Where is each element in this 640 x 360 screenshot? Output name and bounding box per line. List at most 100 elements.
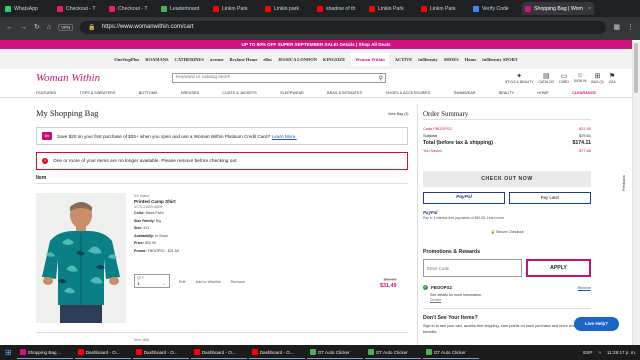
nav-item[interactable]: BRAS & INTIMATES <box>327 91 362 95</box>
taskbar-item[interactable]: Shopping Bag ... <box>16 346 73 359</box>
taskbar-label: Dashboard - O... <box>85 349 120 355</box>
header-icon-link[interactable]: ▭ CARD <box>559 72 569 84</box>
promo-code-input[interactable] <box>423 259 522 277</box>
vpn-badge[interactable]: VPN <box>58 23 74 31</box>
search-input[interactable]: Keyword or catalog item# ⚲ <box>172 73 386 83</box>
menu-icon[interactable]: ⋮ <box>627 23 634 31</box>
applied-code: FBOOPS2 <box>431 285 452 290</box>
styles-icon: ✦ <box>516 73 523 80</box>
browser-tab[interactable]: Linkin Park <box>366 2 416 15</box>
taskbar-label: GT Auto Clicker <box>433 349 466 355</box>
home-icon[interactable]: ⌂ <box>47 24 51 31</box>
browser-tab[interactable]: Linkin Park <box>418 2 468 15</box>
brand-link[interactable]: fullbeauty <box>418 57 438 62</box>
header-icon-link[interactable]: ✦ STYLE & BEAUTY <box>505 72 533 84</box>
nav-item[interactable]: BOTTOMS <box>139 91 158 95</box>
browser-tab[interactable]: Leaderboard <box>158 2 208 15</box>
tab-label: shadow of th <box>326 5 356 12</box>
search-icon[interactable]: ⚲ <box>379 75 383 82</box>
remove-promo-link[interactable]: Remove <box>578 286 591 290</box>
close-icon[interactable]: × <box>588 6 591 12</box>
nav-item[interactable]: FEATURED <box>36 91 56 95</box>
taskbar-item[interactable]: Dashboard - O... <box>74 346 131 359</box>
header-icon-link[interactable]: ☺ SIGN IN <box>574 72 587 84</box>
offer-learn-more-link[interactable]: Learn More. <box>272 134 297 139</box>
promo-value: FBOOPS2 - $21.58 <box>147 248 179 253</box>
nav-item[interactable]: SWIMWEAR <box>454 91 476 95</box>
browser-tab[interactable]: WhatsApp <box>2 2 52 15</box>
browser-tab[interactable]: Verify Code <box>470 2 520 15</box>
header-icon-link[interactable]: ▤ CATALOG <box>538 72 554 84</box>
brand-link[interactable]: Brylane Home <box>229 57 257 62</box>
app-icon <box>19 349 26 355</box>
browser-tab[interactable]: shadow of th <box>314 2 364 15</box>
site-logo[interactable]: Woman Within <box>36 72 100 84</box>
quantity-select[interactable]: QTY 1 ⌄ <box>134 274 170 288</box>
promo-banner[interactable]: UP TO 80% OFF SUPER SEPTEMBER SALE! Deta… <box>0 40 632 49</box>
checkout-button[interactable]: CHECK OUT NOW <box>423 171 591 187</box>
clock[interactable]: 11:29:17 p. m. <box>607 350 636 355</box>
brand-link[interactable]: KINGSIZE <box>323 57 345 62</box>
header-icon-link[interactable]: ⚑ USA <box>609 72 616 84</box>
taskbar-item[interactable]: Dashboard - G... <box>248 346 305 359</box>
search-placeholder: Keyword or catalog item# <box>176 75 231 80</box>
nav-item[interactable]: HOME <box>537 91 548 95</box>
browser-tab[interactable]: Linkin park <box>262 2 312 15</box>
app-icon <box>251 349 258 355</box>
browser-tab[interactable]: Shopping Bag | Wom × <box>522 2 594 15</box>
nav-item[interactable]: SHOES & ACCESSORIES <box>385 91 430 95</box>
page-title: My Shopping Bag <box>36 108 99 118</box>
browser-tab[interactable]: Checkout - T <box>54 2 104 15</box>
product-image[interactable] <box>36 193 126 323</box>
offer-text: Save $20 on your first purchase of $25+ … <box>57 133 271 139</box>
forward-icon[interactable]: → <box>20 24 27 31</box>
brand-link[interactable]: Home <box>465 57 477 62</box>
header-icon-link[interactable]: ⊞ BAG (3) <box>591 72 603 84</box>
live-help-button[interactable]: Live Help? <box>574 317 619 331</box>
taskbar-item[interactable]: GT Auto Clicker <box>306 346 363 359</box>
brand-link[interactable]: OneStopPlus <box>114 57 139 62</box>
brand-link[interactable]: JESSICA LONDON <box>278 57 317 62</box>
brand-link[interactable]: avenue <box>210 57 224 62</box>
product-name[interactable]: Printed Camp Shirt <box>134 199 176 204</box>
paypal-button[interactable]: PayPal <box>423 192 505 204</box>
edit-link[interactable]: Edit <box>179 280 186 284</box>
paylater-button[interactable]: Pay Later <box>509 192 591 204</box>
brand-link[interactable]: ellos <box>263 57 272 62</box>
brand-link[interactable]: ACTIVE <box>395 57 413 62</box>
apply-button[interactable]: APPLY <box>526 259 591 277</box>
url-field[interactable]: 🔒 https://www.womanwithin.com/cart <box>80 20 607 34</box>
browser-tab[interactable]: Linkin Park <box>210 2 260 15</box>
windows-start-icon[interactable]: ⊞ <box>5 348 12 357</box>
extensions-icon[interactable]: ▦ <box>613 23 620 31</box>
back-icon[interactable]: ← <box>6 24 13 31</box>
taskbar-item[interactable]: Dashboard - O... <box>132 346 189 359</box>
reload-icon[interactable]: ↻ <box>34 23 40 31</box>
nav-item[interactable]: CLEARANCE <box>572 91 596 95</box>
feedback-tab[interactable]: Feedback <box>622 168 632 198</box>
nav-item[interactable]: COATS & JACKETS <box>222 91 257 95</box>
brand-link[interactable]: fullbeauty SPORT <box>482 57 517 62</box>
taskbar-item[interactable]: GT Auto Clicker <box>422 346 479 359</box>
taskbar-item[interactable]: Dashboard - O... <box>190 346 247 359</box>
details-link[interactable]: Details <box>430 298 441 302</box>
view-bag-link[interactable]: View Bag (3) <box>388 112 409 116</box>
brand-link[interactable]: Woman Within <box>351 52 389 66</box>
nav-item[interactable]: BEAUTY <box>499 91 514 95</box>
tab-favicon-icon <box>213 5 219 12</box>
wifi-icon[interactable]: ≈ <box>598 350 601 355</box>
remove-link[interactable]: Remove <box>231 280 245 284</box>
nav-item[interactable]: TOPS & SWEATERS <box>80 91 116 95</box>
save-items-text: Sign in to see your cart, access free sh… <box>423 324 585 334</box>
lang-indicator[interactable]: ESP <box>583 350 592 355</box>
taskbar-item[interactable]: GT Auto Clicker <box>364 346 421 359</box>
add-to-wishlist-link[interactable]: Add to Wishlist <box>196 280 221 284</box>
scrollbar-thumb[interactable] <box>634 43 638 93</box>
browser-tab[interactable]: Checkout - T <box>106 2 156 15</box>
nav-item[interactable]: SLEEPWEAR <box>280 91 304 95</box>
shirt-model-illustration <box>36 193 126 323</box>
brand-link[interactable]: ROAMANS <box>145 57 168 62</box>
nav-item[interactable]: DRESSES <box>181 91 199 95</box>
brand-link[interactable]: CATHERINES <box>175 57 204 62</box>
brand-link[interactable]: SHOES <box>444 57 459 62</box>
